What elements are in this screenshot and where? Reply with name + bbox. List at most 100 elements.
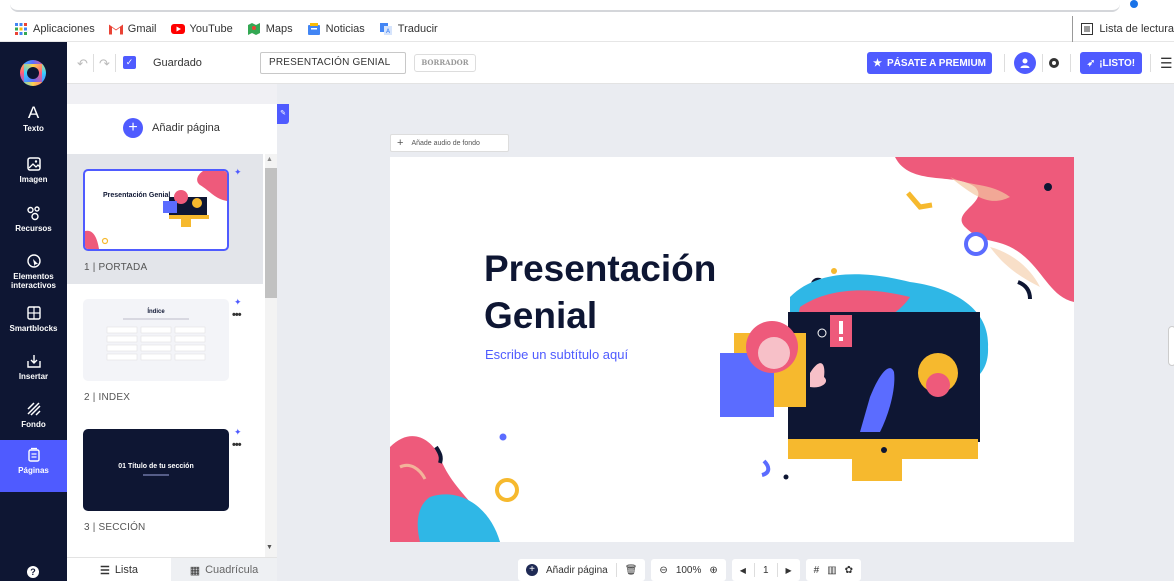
bookmark-news[interactable]: Noticias bbox=[307, 22, 365, 35]
toolbar-divider bbox=[1004, 54, 1005, 72]
toolbar-divider bbox=[1042, 54, 1043, 72]
redo-icon[interactable]: ↷ bbox=[99, 56, 110, 72]
add-page-label[interactable]: Añadir página bbox=[546, 565, 608, 576]
sidebar-item-text[interactable]: A Texto bbox=[0, 104, 67, 150]
bookmark-label: Noticias bbox=[325, 22, 365, 35]
sidebar-item-pages[interactable]: Páginas bbox=[0, 440, 67, 492]
premium-label: PÁSATE A PREMIUM bbox=[886, 57, 987, 69]
divider bbox=[776, 563, 778, 577]
tab-grid-view[interactable]: ▦ Cuadrícula bbox=[171, 558, 277, 581]
presentation-title-input[interactable]: PRESENTACIÓN GENIAL bbox=[260, 52, 406, 74]
sidebar-item-resources[interactable]: Recursos bbox=[0, 204, 67, 250]
page-thumbnail-3[interactable]: 01 Título de tu sección ✦ ••• 3 | SECCIÓ… bbox=[67, 414, 263, 544]
help-icon[interactable]: ? bbox=[27, 566, 39, 578]
magic-wand-icon[interactable]: ✦ bbox=[234, 427, 242, 438]
page-label: 1 | PORTADA bbox=[84, 262, 148, 273]
bookmark-youtube[interactable]: YouTube bbox=[170, 23, 233, 35]
pages-icon bbox=[27, 447, 40, 462]
ready-button[interactable]: ➶ ¡LISTO! bbox=[1080, 52, 1142, 74]
bookmark-maps[interactable]: Maps bbox=[247, 22, 293, 35]
page-thumbnail-1[interactable]: Presentación Genial ✦ 1 | PORTADA bbox=[67, 154, 263, 284]
maps-icon bbox=[247, 22, 260, 35]
undo-icon[interactable]: ↶ bbox=[77, 56, 88, 72]
tab-list-view[interactable]: ☰ Lista bbox=[67, 558, 171, 581]
zoom-level: 100% bbox=[675, 564, 702, 576]
resources-icon bbox=[26, 206, 40, 221]
insert-icon bbox=[26, 355, 41, 368]
sidebar-item-interactive[interactable]: Elementos interactivos bbox=[0, 252, 67, 306]
menu-icon[interactable]: ☰ bbox=[1160, 55, 1173, 72]
page-thumbnail-2[interactable]: Índice ✦ ••• 2 | INDEX bbox=[67, 284, 263, 414]
reading-list-button[interactable]: Lista de lectura bbox=[1072, 16, 1174, 42]
youtube-icon bbox=[170, 23, 185, 34]
toolbar-divider bbox=[115, 54, 116, 72]
current-page-number: 1 bbox=[762, 564, 769, 576]
plus-icon: + bbox=[397, 137, 404, 149]
user-plus-icon bbox=[1020, 58, 1030, 68]
palette-icon[interactable]: ✿ bbox=[845, 565, 853, 576]
more-options-icon[interactable]: ••• bbox=[232, 309, 242, 321]
prev-page-icon[interactable]: ◀ bbox=[740, 566, 746, 575]
reading-list-icon bbox=[1081, 23, 1094, 35]
sidebar-item-smartblocks[interactable]: Smartblocks bbox=[0, 304, 67, 350]
pages-scrollbar-thumb[interactable] bbox=[265, 168, 277, 298]
page-preview[interactable]: 01 Título de tu sección bbox=[83, 429, 229, 511]
slide-title-line: Genial bbox=[484, 295, 598, 336]
sidebar-item-label: Insertar bbox=[18, 372, 49, 381]
star-icon: ★ bbox=[872, 57, 882, 69]
sidebar-item-label: Smartblocks bbox=[9, 324, 58, 333]
gmail-icon bbox=[108, 24, 123, 34]
smartblocks-icon bbox=[26, 306, 41, 320]
layout-columns-icon[interactable]: ▥ bbox=[827, 565, 836, 576]
background-icon bbox=[26, 402, 41, 416]
sidebar-item-label: Recursos bbox=[15, 224, 52, 233]
add-page-icon[interactable]: + bbox=[526, 564, 538, 576]
go-premium-button[interactable]: ★ PÁSATE A PREMIUM bbox=[867, 52, 992, 74]
scroll-down-icon[interactable]: ▼ bbox=[266, 544, 273, 551]
zoom-in-icon[interactable]: ⊕ bbox=[709, 565, 717, 576]
pages-list: Presentación Genial ✦ 1 | PORTADA Índice bbox=[67, 154, 265, 557]
sidebar-item-label: Imagen bbox=[19, 175, 48, 184]
sidebar-item-insert[interactable]: Insertar bbox=[0, 352, 67, 398]
browser-tab-strip bbox=[10, 0, 1120, 12]
bookmark-label: Maps bbox=[265, 22, 293, 35]
sidebar-item-label: Fondo bbox=[21, 420, 46, 429]
page-preview[interactable]: Presentación Genial bbox=[83, 169, 229, 251]
bookmark-label: Gmail bbox=[127, 22, 157, 35]
slide-title[interactable]: Presentación Genial bbox=[484, 245, 716, 339]
draft-badge: BORRADOR bbox=[414, 54, 476, 72]
right-panel-toggle[interactable] bbox=[1168, 326, 1174, 366]
add-page-label: Añadir página bbox=[152, 122, 220, 134]
add-page-button[interactable]: + Añadir página bbox=[123, 118, 220, 138]
page-preview[interactable]: Índice bbox=[83, 299, 229, 381]
bookmark-label: Traducir bbox=[397, 22, 438, 35]
zoom-out-icon[interactable]: ⊖ bbox=[659, 565, 667, 576]
preview-eye-icon[interactable] bbox=[1049, 58, 1059, 68]
profile-dot-icon[interactable] bbox=[1130, 0, 1138, 8]
zoom-controls: ⊖ 100% ⊕ bbox=[651, 559, 726, 581]
slide-canvas[interactable]: Presentación Genial Escribe un subtítulo… bbox=[390, 157, 1074, 542]
divider bbox=[615, 563, 617, 577]
grid-lines-icon[interactable]: # bbox=[814, 565, 820, 576]
next-page-icon[interactable]: ▶ bbox=[786, 566, 792, 575]
add-background-audio-button[interactable]: + Añade audio de fondo bbox=[390, 134, 509, 152]
pin-panel-icon[interactable]: ✎ bbox=[277, 104, 289, 124]
slide-subtitle[interactable]: Escribe un subtítulo aquí bbox=[485, 347, 628, 362]
bookmark-translate[interactable]: A Traducir bbox=[379, 22, 438, 35]
magic-wand-icon[interactable]: ✦ bbox=[234, 167, 242, 178]
add-collaborator-icon[interactable] bbox=[1014, 52, 1036, 74]
page-label: 2 | INDEX bbox=[84, 392, 131, 403]
scroll-up-icon[interactable]: ▲ bbox=[266, 156, 273, 163]
list-icon: ☰ bbox=[99, 564, 110, 577]
more-options-icon[interactable]: ••• bbox=[232, 439, 242, 451]
thumb-title: Presentación Genial bbox=[103, 192, 171, 199]
sidebar-item-label: Elementos interactivos bbox=[11, 272, 56, 290]
trash-icon[interactable]: 🗑 bbox=[625, 565, 638, 576]
panel-header-strip bbox=[67, 84, 277, 104]
divider bbox=[753, 563, 755, 577]
bookmark-apps[interactable]: Aplicaciones bbox=[14, 22, 95, 35]
genially-logo-icon[interactable] bbox=[20, 60, 46, 86]
bookmark-gmail[interactable]: Gmail bbox=[108, 22, 157, 35]
magic-wand-icon[interactable]: ✦ bbox=[234, 297, 242, 308]
sidebar-item-image[interactable]: Imagen bbox=[0, 155, 67, 201]
